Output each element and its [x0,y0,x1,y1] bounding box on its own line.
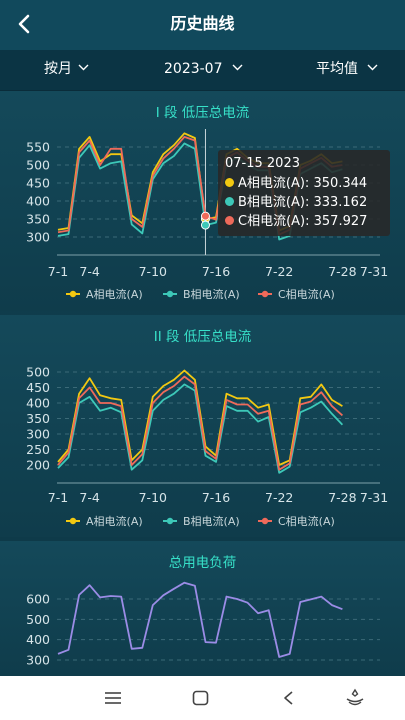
tooltip-row-c: C相电流(A): 357.927 [225,213,367,231]
legend-dot-icon [69,290,77,298]
y-tick-label: 550 [26,140,50,155]
assistant-icon[interactable] [345,688,365,708]
title-bar: 历史曲线 [0,0,405,50]
back-arrow-icon[interactable] [12,11,38,37]
y-tick-label: 300 [26,653,50,668]
series-a-dot-icon [225,178,234,187]
legend-dot-icon [166,290,174,298]
filter-bar: 按月 2023-07 平均值 [0,50,405,91]
tooltip-row-a: A相电流(A): 350.344 [225,175,367,193]
series-line-c [57,375,343,471]
stat-select-label: 平均值 [316,61,358,77]
series-c-dot-icon [225,216,234,225]
tooltip-b-value: B相电流(A): 333.162 [238,195,368,210]
tooltip-row-b: B相电流(A): 333.162 [225,194,367,212]
legend-dot-icon [261,517,269,525]
series-b-dot-icon [225,197,234,206]
chevron-down-icon [78,64,89,71]
y-tick-label: 400 [26,194,50,209]
x-tick-label: 7-16 [202,490,230,505]
month-select[interactable]: 2023-07 [164,50,243,90]
y-tick-label: 350 [26,411,50,426]
back-triangle-icon[interactable] [282,690,294,706]
y-tick-label: 450 [26,380,50,395]
x-tick-label: 7-16 [202,264,230,279]
legend-label: B相电流(A) [183,514,240,528]
chart-2[interactable]: 500450400350300250200 7-1 7-4 7-10 7-16 7-22 7… [0,315,405,537]
x-tick-label: 7-4 [79,490,99,505]
x-tick-label: 7-10 [139,490,167,505]
tooltip-c-value: C相电流(A): 357.927 [238,214,368,229]
period-select-label: 按月 [44,61,72,77]
page-title: 历史曲线 [170,14,235,33]
y-tick-label: 200 [26,458,50,473]
tooltip-a-value: A相电流(A): 350.344 [238,176,368,191]
y-tick-label: 500 [26,158,50,173]
legend-label: C相电流(A) [278,514,335,528]
y-tick-label: 600 [26,592,50,607]
legend-dot-icon [166,517,174,525]
tooltip-date: 07-15 2023 [225,156,300,171]
x-tick-label: 7-4 [79,264,99,279]
chart-1-tooltip: 07-15 2023 A相电流(A): 350.344 B相电流(A): 333… [218,150,390,236]
y-tick-label: 500 [26,612,50,627]
y-tick-label: 300 [26,427,50,442]
chevron-down-icon [232,64,242,71]
x-tick-label: 7-28 [328,264,356,279]
y-tick-label: 400 [26,396,50,411]
highlight-point [200,211,210,221]
y-tick-label: 400 [26,632,50,647]
legend-label: A相电流(A) [86,287,143,301]
chevron-down-icon [367,64,378,71]
home-square-icon[interactable] [192,690,209,706]
x-tick-label: 7-10 [139,264,167,279]
stat-select[interactable]: 平均值 [316,50,378,90]
x-tick-label: 7-1 [48,264,68,279]
legend-dot-icon [69,517,77,525]
legend-label: B相电流(A) [183,287,240,301]
app-screen: 历史曲线 按月 2023-07 平均值 I 段 低压总电流 550 500 450 4… [0,0,405,676]
legend-label: C相电流(A) [278,287,335,301]
legend-dot-icon [261,290,269,298]
system-nav-bar [0,676,405,720]
y-tick-label: 250 [26,442,50,457]
y-tick-label: 500 [26,365,50,380]
chart-3[interactable]: 600 500 400 300 [0,541,405,676]
y-tick-label: 450 [26,176,50,191]
legend-label: A相电流(A) [86,514,143,528]
series-line-load [57,581,343,658]
x-tick-label: 7-31 [360,490,388,505]
x-tick-label: 7-22 [265,490,293,505]
menu-icon[interactable] [104,691,122,705]
x-tick-label: 7-1 [48,490,68,505]
x-tick-label: 7-22 [265,264,293,279]
highlight-point [200,220,210,230]
y-tick-label: 300 [26,230,50,245]
x-tick-label: 7-31 [360,264,388,279]
y-tick-label: 350 [26,212,50,227]
period-select[interactable]: 按月 [44,50,89,90]
month-select-label: 2023-07 [164,61,223,77]
x-tick-label: 7-28 [328,490,356,505]
